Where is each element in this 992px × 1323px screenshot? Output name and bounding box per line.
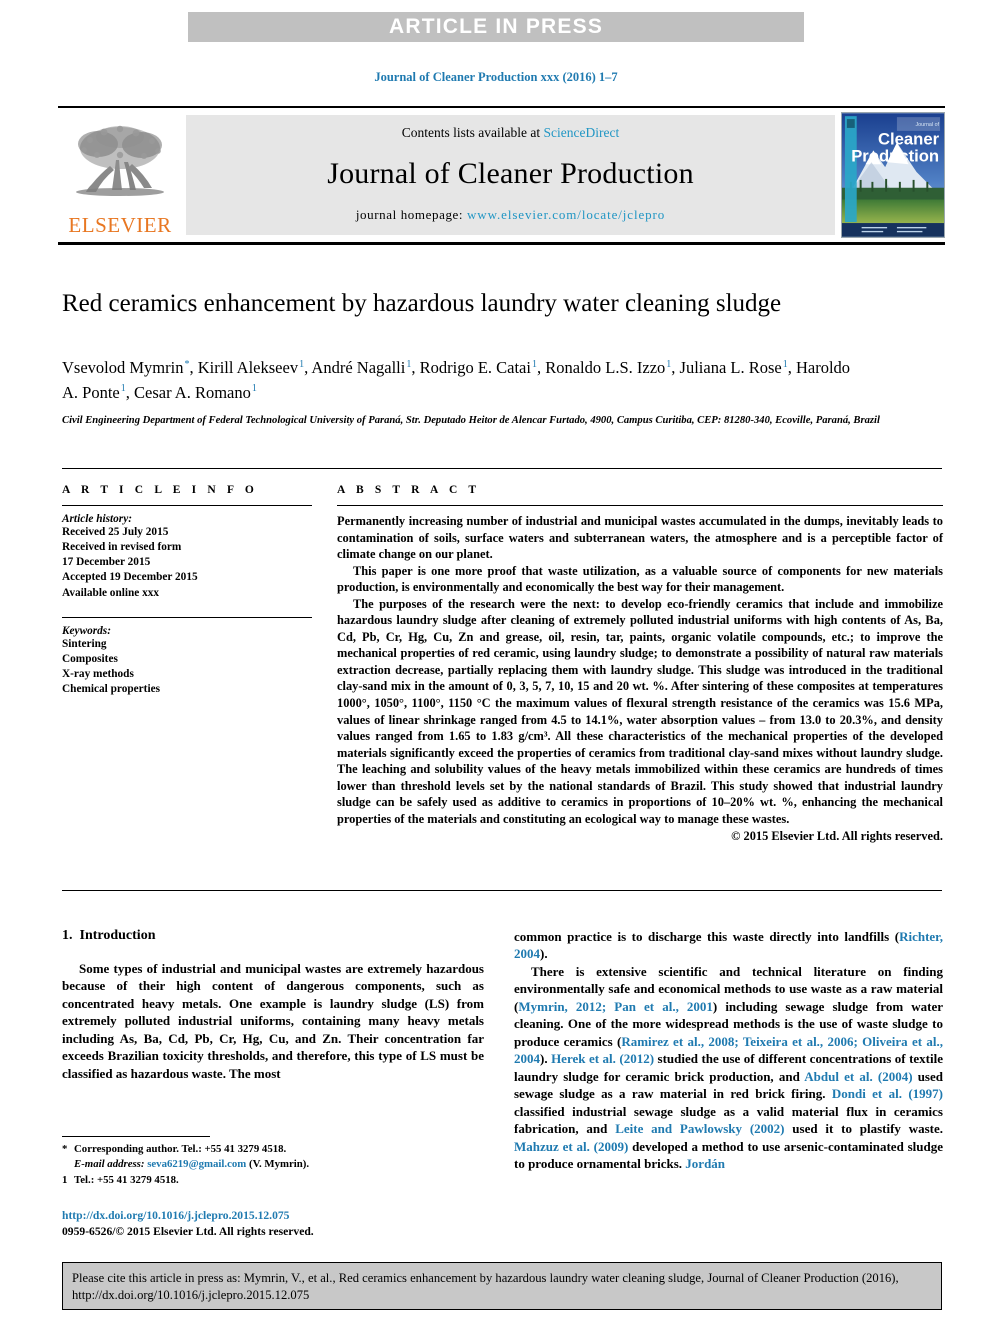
introduction-paragraph: Some types of industrial and municipal w… <box>62 961 484 1081</box>
article-history-item: 17 December 2015 <box>62 556 151 569</box>
introduction-column-right: common practice is to discharge this was… <box>514 928 943 1173</box>
footnote-corresponding-text: Corresponding author. Tel.: +55 41 3279 … <box>74 1143 287 1155</box>
article-history-item: Accepted 19 December 2015 <box>62 571 198 584</box>
sciencedirect-link[interactable]: ScienceDirect <box>544 125 620 140</box>
citation-link[interactable]: Mymrin, 2012; Pan et al., 2001 <box>518 999 713 1014</box>
keyword-item: X-ray methods <box>62 667 134 680</box>
right-paragraph-1: common practice is to discharge this was… <box>514 929 943 962</box>
article-history-label: Article history: <box>62 513 132 525</box>
footnote-email-line: E-mail address: seva6219@gmail.com (V. M… <box>62 1157 484 1172</box>
email-address-label: E-mail address: <box>74 1158 148 1171</box>
homepage-url-link[interactable]: www.elsevier.com/locate/jclepro <box>467 207 665 222</box>
keyword-item: Composites <box>62 652 118 665</box>
keyword-item: Sintering <box>62 637 107 650</box>
author-affiliation-marker: 1 <box>406 358 412 370</box>
footnote-block: * Corresponding author. Tel.: +55 41 3279… <box>62 1136 484 1188</box>
citation-link[interactable]: Mahzuz et al. (2009) <box>514 1139 628 1154</box>
author-name: Rodrigo E. Catai <box>419 358 531 377</box>
article-history-item: Received in revised form <box>62 541 182 554</box>
author-list: Vsevolod Mymrin*, Kirill Alekseev1, Andr… <box>62 358 851 402</box>
keyword-item: Chemical properties <box>62 683 160 695</box>
citation-link[interactable]: Leite and Pawlowsky (2002) <box>615 1121 784 1136</box>
keywords-list: Sintering Composites X-ray methods Chemical… <box>62 637 312 698</box>
affiliation: Civil Engineering Department of Federal … <box>62 415 880 426</box>
author-affiliation-marker: * <box>184 358 190 370</box>
abstract-paragraph: The purposes of the research were the ne… <box>337 596 943 826</box>
elsevier-logo: ELSEVIER <box>58 112 182 238</box>
keywords-label: Keywords: <box>62 624 111 637</box>
citation-link[interactable]: Dondi et al. (1997) <box>832 1086 943 1101</box>
running-head-citation: Journal of Cleaner Production xxx (2016)… <box>374 70 618 84</box>
article-history-item: Available online xxx <box>62 586 160 599</box>
citation-link[interactable]: Abdul et al. (2004) <box>804 1069 912 1084</box>
email-owner: (V. Mymrin). <box>246 1158 310 1171</box>
email-address-link[interactable]: seva6219@gmail.com <box>147 1158 246 1170</box>
paper-title: Red ceramics enhancement by hazardous la… <box>62 290 782 317</box>
journal-homepage-line: journal homepage: www.elsevier.com/locat… <box>356 207 665 223</box>
keywords-rule <box>62 616 312 618</box>
article-in-press-banner: ARTICLE IN PRESS <box>188 12 804 42</box>
issn-copyright-line: 0959-6526/© 2015 Elsevier Ltd. All right… <box>62 1225 314 1239</box>
abstract-heading: A B S T R A C T <box>337 484 481 496</box>
introduction-number: 1. <box>62 928 73 943</box>
author-affiliation-marker: 1 <box>531 358 537 370</box>
citation-link[interactable]: Richter, 2004 <box>514 929 943 961</box>
abstract-copyright: © 2015 Elsevier Ltd. All rights reserved… <box>731 829 943 844</box>
abstract-paragraph: This paper is one more proof that waste … <box>337 563 943 595</box>
journal-cover-thumbnail: Journal of Cleaner Production <box>841 112 945 238</box>
divider-below-abstract <box>62 890 942 891</box>
abstract-rule <box>337 505 943 506</box>
author-name: Cesar A. Romano <box>134 382 251 402</box>
footnote-rule <box>62 1136 210 1137</box>
article-info-column: A R T I C L E I N F O Article history: R… <box>62 484 312 697</box>
article-info-heading: A R T I C L E I N F O <box>62 484 258 496</box>
contents-prefix: Contents lists available at <box>401 125 544 140</box>
journal-title: Journal of Cleaner Production <box>327 157 694 190</box>
author-name: André Nagalli <box>311 358 406 377</box>
elsevier-tree-icon <box>76 125 164 196</box>
introduction-column-left: 1. Introduction Some types of industrial … <box>62 928 484 1082</box>
homepage-label: journal homepage: <box>355 207 467 222</box>
footnote-note1-text: Tel.: +55 41 3279 4518. <box>74 1173 179 1186</box>
author-affiliation-marker: 1 <box>299 358 305 370</box>
footnote-star-mark: * <box>62 1143 68 1155</box>
citation-link[interactable]: Herek et al. (2012) <box>551 1051 654 1066</box>
journal-cover-image: Journal of Cleaner Production <box>842 113 944 237</box>
article-info-rule <box>62 505 312 506</box>
please-cite-box: Please cite this article in press as: My… <box>62 1262 942 1310</box>
journal-masthead: ELSEVIER Contents lists available at Sci… <box>58 106 945 245</box>
contents-available-line: Contents lists available at ScienceDirec… <box>402 125 619 141</box>
author-name: Juliana L. Rose <box>679 358 782 377</box>
author-affiliation-marker: 1 <box>782 358 788 370</box>
svg-text:Journal of: Journal of <box>915 122 939 128</box>
footnote-corresponding-author: * Corresponding author. Tel.: +55 41 3279… <box>62 1142 484 1157</box>
doi-link[interactable]: http://dx.doi.org/10.1016/j.jclepro.2015… <box>62 1208 492 1224</box>
introduction-heading: 1. Introduction <box>62 928 484 944</box>
abstract-body: Permanently increasing number of industr… <box>337 513 943 827</box>
svg-text:Production: Production <box>851 146 939 165</box>
divider-above-abstract <box>62 468 942 469</box>
footnote-note-1: 1 Tel.: +55 41 3279 4518. <box>62 1173 484 1188</box>
masthead-center-band: Contents lists available at ScienceDirec… <box>186 115 835 235</box>
article-in-press-label: ARTICLE IN PRESS <box>388 15 604 38</box>
introduction-title: Introduction <box>79 928 156 943</box>
abstract-paragraph: Permanently increasing number of industr… <box>337 514 943 562</box>
please-cite-text: Please cite this article in press as: My… <box>72 1271 899 1303</box>
author-name: Vsevolod Mymrin <box>62 358 184 377</box>
author-name: Ronaldo L.S. Izzo <box>545 358 666 377</box>
article-history-item: Received 25 July 2015 <box>62 526 169 538</box>
right-paragraph-2: There is extensive scientific and techni… <box>514 963 944 1172</box>
citation-link[interactable]: Jordán <box>685 1156 725 1171</box>
abstract-column: A B S T R A C T Permanently increasing n… <box>337 484 943 844</box>
doi-block: http://dx.doi.org/10.1016/j.jclepro.2015… <box>62 1208 492 1240</box>
author-affiliation-marker: 1 <box>666 358 672 370</box>
elsevier-wordmark: ELSEVIER <box>68 213 172 237</box>
author-affiliation-marker: 1 <box>251 383 257 395</box>
article-history-list: Received 25 July 2015 Received in revised… <box>62 525 312 601</box>
author-affiliation-marker: 1 <box>120 383 126 395</box>
author-name: Kirill Alekseev <box>197 358 299 377</box>
footnote-one-mark: 1 <box>62 1173 68 1186</box>
